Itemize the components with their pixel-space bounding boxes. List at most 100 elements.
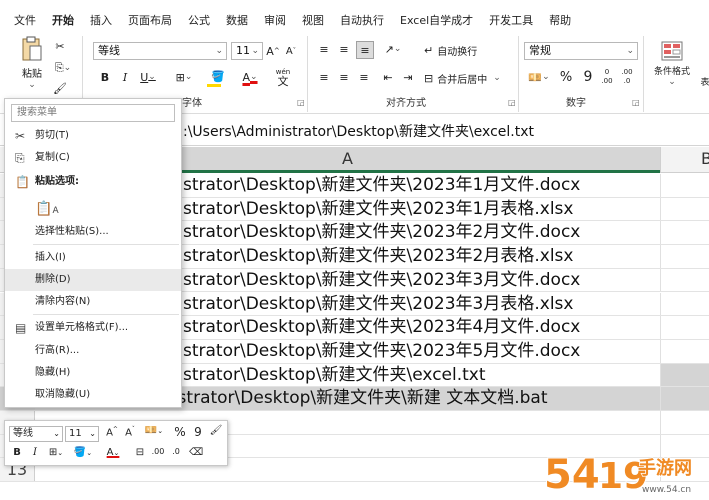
mini-decrease-font-icon[interactable]: Aˇ [123, 426, 137, 438]
font-name-select[interactable]: 等线 ⌄ [93, 42, 227, 60]
group-separator [518, 36, 519, 112]
alignment-dialog-launcher-icon[interactable]: ◲ [508, 98, 516, 107]
mini-font-size-select[interactable]: 11 ⌄ [65, 426, 99, 442]
menu-item-delete[interactable]: 删除(D) [5, 269, 181, 291]
menu-item-paste-special[interactable]: 选择性粘贴(S)... [5, 221, 181, 243]
mini-percent-button[interactable]: % [173, 425, 187, 439]
mini-currency-icon[interactable]: 💴⌄ [143, 425, 165, 436]
mini-fill-color-icon[interactable]: 🪣⌄ [71, 447, 95, 458]
decrease-font-icon[interactable]: Aˇ [284, 42, 298, 60]
number-format-select[interactable]: 常规 ⌄ [524, 42, 638, 60]
tab-page-layout[interactable]: 页面布局 [120, 12, 180, 30]
cell-a[interactable]: strator\Desktop\新建文件夹\2023年4月文件.docx [183, 316, 580, 339]
menu-item-copy[interactable]: ⎘ 复制(C) [5, 147, 181, 169]
tab-formulas[interactable]: 公式 [180, 12, 218, 30]
paste-label: 粘贴 [22, 69, 42, 80]
tab-file[interactable]: 文件 [6, 12, 44, 30]
copy-icon: ⎘ [15, 151, 25, 165]
align-right-icon[interactable]: ≡ [356, 70, 372, 84]
cell-b-selected[interactable] [661, 363, 709, 387]
conditional-format-button[interactable]: 条件格式 ⌄ [648, 38, 696, 90]
align-middle-icon[interactable]: ≡ [336, 42, 352, 56]
bold-button[interactable]: B [98, 68, 112, 86]
dec-decimal-bottom: .0 [623, 77, 631, 85]
align-center-icon[interactable]: ≡ [336, 70, 352, 84]
cut-icon[interactable]: ✂ [52, 38, 68, 54]
currency-icon[interactable]: 💴 ⌄ [526, 68, 552, 86]
mini-eraser-icon[interactable]: ⌫ [189, 447, 203, 458]
align-top-icon[interactable]: ≡ [316, 42, 332, 56]
number-dialog-launcher-icon[interactable]: ◲ [632, 98, 640, 107]
mini-border-icon[interactable]: ⊞⌄ [45, 447, 67, 458]
format-painter-icon[interactable]: 🖌 [52, 80, 68, 96]
tab-automate[interactable]: 自动执行 [332, 12, 392, 30]
menu-item-row-height[interactable]: 行高(R)... [5, 340, 181, 362]
tab-review[interactable]: 审阅 [256, 12, 294, 30]
underline-button[interactable]: U ⌄ [136, 68, 160, 86]
column-divider [660, 316, 661, 339]
mini-increase-font-icon[interactable]: A^ [105, 426, 119, 438]
menu-item-insert[interactable]: 插入(I) [5, 247, 181, 269]
font-dialog-launcher-icon[interactable]: ◲ [297, 98, 305, 107]
menu-item-cut[interactable]: ✂ 剪切(T) [5, 125, 181, 147]
mini-decrease-decimal-icon[interactable]: .0 [169, 447, 183, 456]
menu-item-hide[interactable]: 隐藏(H) [5, 362, 181, 384]
cell-a[interactable]: strator\Desktop\新建文件夹\2023年2月表格.xlsx [183, 245, 573, 268]
paste-button[interactable]: 粘贴 ⌄ [14, 36, 50, 90]
cell-a[interactable]: strator\Desktop\新建文件夹\2023年3月表格.xlsx [183, 293, 573, 316]
format-as-table-partial[interactable]: 表 [698, 74, 709, 88]
tab-view[interactable]: 视图 [294, 12, 332, 30]
align-bottom-icon[interactable]: ≡ [356, 41, 374, 59]
cell-a[interactable]: strator\Desktop\新建文件夹\2023年1月文件.docx [183, 174, 580, 197]
svg-text:www.54.cn: www.54.cn [642, 485, 691, 495]
font-size-select[interactable]: 11 ⌄ [231, 42, 263, 60]
menu-item-label: 粘贴选项: [35, 176, 79, 187]
phonetic-icon[interactable]: wén 文 [272, 66, 294, 88]
mini-bold-button[interactable]: B [11, 447, 23, 458]
group-separator [307, 36, 308, 112]
comma-style-button[interactable]: 9 [582, 68, 594, 86]
cell-a[interactable]: strator\Desktop\新建文件夹\2023年3月文件.docx [183, 269, 580, 292]
orientation-icon[interactable]: ↗ ⌄ [380, 42, 406, 56]
font-color-icon[interactable]: A ⌄ [238, 68, 262, 86]
mini-increase-decimal-icon[interactable]: .00 [151, 447, 165, 456]
copy-icon[interactable]: ⎘ ⌄ [52, 60, 74, 76]
paste-values-button[interactable]: 📋A [5, 195, 181, 223]
mini-italic-button[interactable]: I [29, 447, 41, 458]
tab-developer[interactable]: 开发工具 [481, 12, 541, 30]
wrap-text-button[interactable]: ↵ 自动换行 [424, 42, 490, 58]
merge-center-button[interactable]: ⊟ 合并后居中 ⌄ [424, 70, 516, 86]
chevron-down-icon: ⌄ [53, 429, 60, 438]
cell-a[interactable]: strator\Desktop\新建文件夹\2023年5月文件.docx [183, 340, 580, 363]
decrease-decimal-icon[interactable]: .00.0 [618, 66, 636, 88]
cell-a[interactable]: strator\Desktop\新建文件夹\2023年2月文件.docx [183, 221, 580, 244]
tab-help[interactable]: 帮助 [541, 12, 579, 30]
cell-a[interactable]: strator\Desktop\新建文件夹\2023年1月表格.xlsx [183, 198, 573, 221]
mini-merge-icon[interactable]: ⊟ [133, 447, 147, 458]
increase-indent-icon[interactable]: ⇥ [400, 70, 416, 84]
menu-item-unhide[interactable]: 取消隐藏(U) [5, 384, 181, 406]
mini-comma-button[interactable]: 9 [193, 425, 203, 439]
mini-font-color-icon[interactable]: A⌄ [101, 447, 125, 458]
percent-button[interactable]: % [558, 68, 574, 86]
column-header-b[interactable]: B [660, 147, 709, 173]
increase-font-icon[interactable]: A ^ [266, 42, 280, 60]
mini-font-name-value: 等线 [13, 428, 33, 439]
tab-insert[interactable]: 插入 [82, 12, 120, 30]
cell-a[interactable]: strator\Desktop\新建文件夹\excel.txt [183, 364, 486, 387]
mini-font-name-select[interactable]: 等线 ⌄ [9, 426, 63, 442]
italic-button[interactable]: I [118, 68, 132, 86]
increase-decimal-icon[interactable]: 0.00 [598, 66, 616, 88]
mini-format-painter-icon[interactable]: 🖌 [209, 425, 223, 436]
menu-search-input[interactable]: 搜索菜单 [11, 104, 175, 122]
menu-item-clear-contents[interactable]: 清除内容(N) [5, 291, 181, 313]
menu-item-format-cells[interactable]: ▤ 设置单元格格式(F)... [5, 317, 181, 339]
inc-decimal-bottom: .00 [601, 77, 613, 85]
border-icon[interactable]: ⊞ ⌄ [170, 68, 198, 86]
formula-bar-text[interactable]: :\Users\Administrator\Desktop\新建文件夹\exce… [183, 121, 534, 141]
tab-excel-self-study[interactable]: Excel自学成才 [392, 12, 481, 30]
tab-home[interactable]: 开始 [44, 12, 82, 35]
tab-data[interactable]: 数据 [218, 12, 256, 30]
decrease-indent-icon[interactable]: ⇤ [380, 70, 396, 84]
align-left-icon[interactable]: ≡ [316, 70, 332, 84]
